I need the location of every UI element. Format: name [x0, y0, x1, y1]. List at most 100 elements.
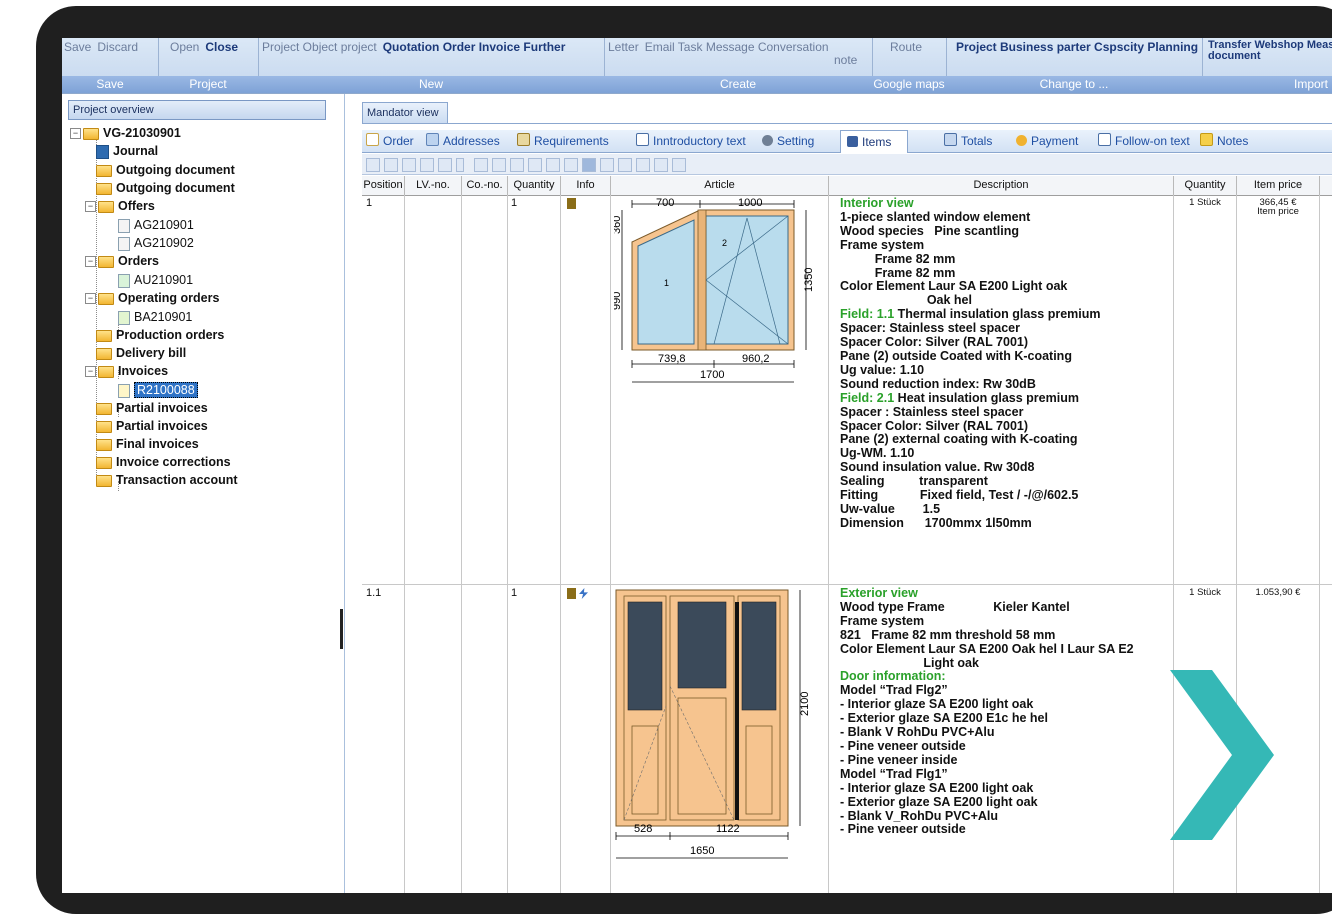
- column-header-quantity-unit[interactable]: Quantity: [1174, 176, 1237, 196]
- tree-node-production-orders[interactable]: Production orders: [96, 326, 224, 344]
- text-document-icon: [1098, 133, 1111, 146]
- new-document-buttons[interactable]: Quotation Order Invoice Further: [383, 40, 566, 54]
- tab-totals[interactable]: Totals: [944, 130, 992, 152]
- tab-requirements[interactable]: Requirements: [517, 130, 609, 152]
- move-down-icon[interactable]: [492, 158, 506, 172]
- group-icon[interactable]: [510, 158, 524, 172]
- column-header-co-no[interactable]: Co.-no.: [462, 176, 508, 196]
- tab-notes[interactable]: Notes: [1200, 130, 1248, 152]
- save-button[interactable]: Save: [64, 40, 91, 54]
- tab-introductory-text[interactable]: Inntroductory text: [636, 130, 746, 152]
- tree-node-orders[interactable]: − Orders: [85, 252, 159, 270]
- tab-setting[interactable]: Setting: [762, 130, 814, 152]
- items-toolbar: [362, 154, 1332, 175]
- text-icon[interactable]: [564, 158, 578, 172]
- settings-icon[interactable]: [672, 158, 686, 172]
- change-to-buttons[interactable]: Project Business parter Cspscity Plannin…: [956, 40, 1198, 54]
- dim-left-upper: 360: [614, 216, 623, 234]
- tree-node-partial-invoices[interactable]: Partial invoices: [96, 399, 208, 417]
- project-tree-panel: Project overview − VG-21030901 Journal Ou…: [62, 94, 345, 893]
- tab-label: Inntroductory text: [653, 134, 746, 148]
- tree-node-document[interactable]: BA210901: [118, 308, 192, 326]
- tab-addresses[interactable]: Addresses: [426, 130, 500, 152]
- pane-2-label: 2: [722, 238, 727, 248]
- description-line: Light oak: [840, 656, 1134, 671]
- tree-node-outgoing-document[interactable]: Outgoing document: [96, 161, 235, 179]
- coin-icon: [1016, 135, 1027, 146]
- tree-node-document[interactable]: AG210901: [118, 216, 194, 234]
- print-icon[interactable]: [636, 158, 650, 172]
- description-line: - Interior glaze SA E200 light oak: [840, 697, 1134, 712]
- description-text: Oak hel: [840, 293, 972, 308]
- tree-node-transaction-account[interactable]: Transaction account: [96, 471, 238, 489]
- tree-node-offers[interactable]: − Offers: [85, 197, 155, 215]
- column-header-article[interactable]: Article: [611, 176, 829, 196]
- insert-row-icon[interactable]: [420, 158, 434, 172]
- column-header-item-price[interactable]: Item price: [1237, 176, 1320, 196]
- tab-follow-on-text[interactable]: Follow-on text: [1098, 130, 1190, 152]
- move-up-icon[interactable]: [474, 158, 488, 172]
- tree-node-project[interactable]: − VG-21030901: [70, 124, 181, 142]
- collapse-icon[interactable]: −: [85, 366, 96, 378]
- import-document-button[interactable]: document: [1208, 51, 1332, 62]
- column-header-position[interactable]: Position: [362, 176, 405, 196]
- description-text: Dimension 1700mmx 1l50mm: [840, 515, 1032, 530]
- tree-label: Production orders: [116, 328, 225, 342]
- tree-node-document[interactable]: AG210902: [118, 234, 194, 252]
- image-icon[interactable]: [546, 158, 560, 172]
- tree-label: BA210901: [134, 310, 193, 324]
- calculate-icon[interactable]: [582, 158, 596, 172]
- delete-row-icon[interactable]: [438, 158, 452, 172]
- tree-node-journal[interactable]: Journal: [96, 142, 158, 160]
- folder-icon: [96, 164, 112, 177]
- create-buttons[interactable]: Email Task Message Conversation: [645, 40, 829, 54]
- tab-payment[interactable]: Payment: [1016, 130, 1078, 152]
- collapse-icon[interactable]: −: [85, 201, 96, 213]
- tree-label: Delivery bill: [116, 346, 187, 360]
- ungroup-icon[interactable]: [528, 158, 542, 172]
- info-door-icon[interactable]: [567, 588, 576, 599]
- paste-icon[interactable]: [402, 158, 416, 172]
- tree-node-invoices[interactable]: − Invoices: [85, 362, 168, 380]
- column-header-description[interactable]: Description: [829, 176, 1174, 196]
- tab-items[interactable]: Items: [840, 130, 909, 153]
- tree-node-operating-orders[interactable]: − Operating orders: [85, 289, 219, 307]
- tree-node-invoice-corrections[interactable]: Invoice corrections: [96, 453, 231, 471]
- document-icon: [118, 273, 130, 288]
- edit-icon[interactable]: [366, 158, 380, 172]
- tree-node-final-invoices[interactable]: Final invoices: [96, 435, 199, 453]
- letter-button[interactable]: Letter: [608, 40, 639, 54]
- close-button[interactable]: Close: [205, 40, 238, 54]
- tree-node-document[interactable]: AU210901: [118, 271, 193, 289]
- note-button[interactable]: note: [834, 53, 857, 67]
- collapse-icon[interactable]: −: [70, 128, 81, 140]
- description-text: - Interior glaze SA E200 light oak: [840, 697, 1034, 712]
- tab-mandator-view[interactable]: Mandator view: [362, 102, 448, 124]
- column-header-extra[interactable]: [1320, 176, 1332, 196]
- copy-icon[interactable]: [384, 158, 398, 172]
- description-text: Wood type Frame Kieler Kantel: [840, 599, 1070, 614]
- sort-icon[interactable]: [618, 158, 632, 172]
- lightning-icon[interactable]: [579, 588, 588, 599]
- collapse-icon[interactable]: −: [85, 293, 96, 305]
- column-header-lv-no[interactable]: LV.-no.: [405, 176, 462, 196]
- column-header-info[interactable]: Info: [561, 176, 611, 196]
- filter-icon[interactable]: [600, 158, 614, 172]
- description-text: Heat insulation glass premium: [894, 390, 1079, 405]
- column-header-quantity[interactable]: Quantity: [508, 176, 561, 196]
- tree-node-selected-invoice[interactable]: R2100088: [118, 381, 198, 399]
- tree-node-delivery-bill[interactable]: Delivery bill: [96, 344, 186, 362]
- tab-order[interactable]: Order: [366, 130, 414, 152]
- panel-splitter-handle[interactable]: [340, 609, 343, 649]
- info-door-icon[interactable]: [567, 198, 576, 209]
- description-text: Uw-value 1.5: [840, 501, 941, 516]
- tree-node-outgoing-document[interactable]: Outgoing document: [96, 179, 235, 197]
- route-button[interactable]: Route: [890, 40, 922, 54]
- collapse-icon[interactable]: −: [85, 256, 96, 268]
- open-button[interactable]: Open: [170, 40, 199, 54]
- export-icon[interactable]: [654, 158, 668, 172]
- tree-node-partial-invoices[interactable]: Partial invoices: [96, 417, 208, 435]
- discard-button[interactable]: Discard: [97, 40, 138, 54]
- new-project-buttons[interactable]: Project Object project: [262, 40, 377, 54]
- description-line: - Interior glaze SA E200 light oak: [840, 781, 1134, 796]
